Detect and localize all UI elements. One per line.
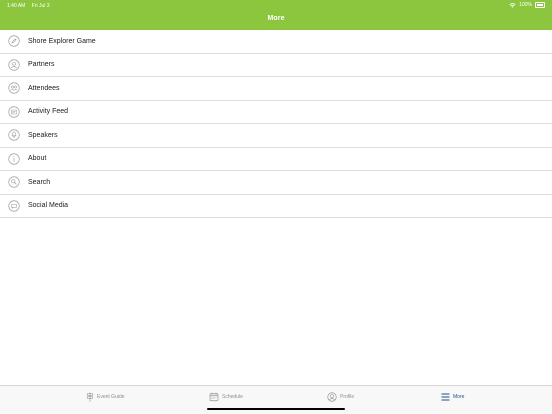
attendees-icon <box>8 82 20 94</box>
wifi-icon <box>509 2 516 8</box>
battery-percent: 100% <box>519 2 532 8</box>
menu-item-label: Shore Explorer Game <box>28 37 96 45</box>
tab-bar: Event Guide Schedule Profile More <box>0 385 552 414</box>
tab-schedule[interactable]: Schedule <box>209 391 243 403</box>
menu-icon <box>441 393 450 401</box>
calendar-icon <box>209 392 219 402</box>
tab-label: Profile <box>340 394 355 400</box>
activity-feed-icon <box>8 106 20 118</box>
menu-item-label: Partners <box>28 61 55 69</box>
social-media-icon <box>8 200 20 212</box>
menu-item-speakers[interactable]: Speakers <box>0 124 552 148</box>
about-icon <box>8 153 20 165</box>
menu-item-social-media[interactable]: Social Media <box>0 195 552 218</box>
search-icon <box>8 176 20 188</box>
menu-item-label: Attendees <box>28 84 60 92</box>
menu-item-activity-feed[interactable]: Activity Feed <box>0 101 552 124</box>
tab-label: Schedule <box>222 394 243 400</box>
menu-item-shore-explorer-game[interactable]: Shore Explorer Game <box>0 30 552 54</box>
battery-icon <box>535 2 545 8</box>
tab-more[interactable]: More <box>441 391 464 403</box>
tab-label: Event Guide <box>97 394 125 400</box>
menu-item-label: Social Media <box>28 202 69 210</box>
menu-item-label: About <box>28 155 47 163</box>
signpost-icon <box>86 392 94 402</box>
menu-item-label: Activity Feed <box>28 108 69 116</box>
page-title: More <box>267 15 285 22</box>
menu-item-search[interactable]: Search <box>0 171 552 195</box>
compass-icon <box>8 35 20 47</box>
menu-item-about[interactable]: About <box>0 148 552 171</box>
menu-item-label: Speakers <box>28 131 58 139</box>
tab-label: More <box>453 394 465 400</box>
menu-item-attendees[interactable]: Attendees <box>0 77 552 101</box>
menu-item-partners[interactable]: Partners <box>0 54 552 77</box>
speakers-icon <box>8 129 20 141</box>
nav-header: 1:40 AM Fri Jul 3 100% More <box>0 0 552 30</box>
tab-event-guide[interactable]: Event Guide <box>86 391 125 403</box>
tab-profile[interactable]: Profile <box>327 391 354 403</box>
partners-icon <box>8 59 20 71</box>
menu-item-label: Search <box>28 178 51 186</box>
status-date: Fri Jul 3 <box>31 3 50 9</box>
status-bar: 1:40 AM Fri Jul 3 100% <box>0 0 552 10</box>
status-time: 1:40 AM <box>7 3 26 9</box>
profile-icon <box>327 392 337 402</box>
menu-list: Shore Explorer Game Partners Attendees A… <box>0 30 552 218</box>
home-indicator <box>207 407 345 410</box>
